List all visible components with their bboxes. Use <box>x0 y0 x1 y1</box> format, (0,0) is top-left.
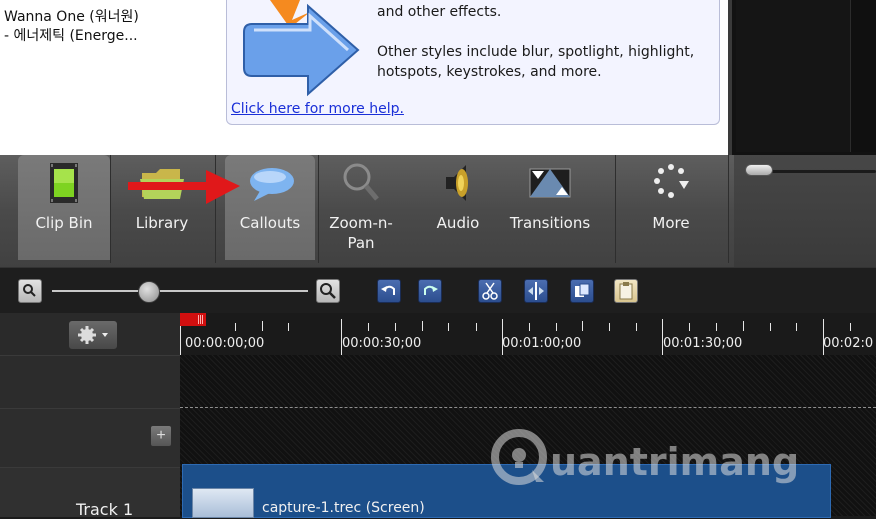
gear-icon <box>78 326 108 344</box>
callout-arrow-illustration <box>243 0 360 97</box>
clip-thumbnail <box>192 488 254 518</box>
watermark-logo-icon <box>491 429 547 485</box>
chevron-down-icon <box>102 333 108 337</box>
add-track-button[interactable]: + <box>150 425 172 447</box>
more-help-link[interactable]: Click here for more help. <box>231 101 404 117</box>
preview-side <box>850 0 876 152</box>
zoom-in-button[interactable] <box>316 279 340 303</box>
timeline-settings-button[interactable] <box>68 320 118 350</box>
magnifier-icon <box>343 163 379 201</box>
red-arrow-annotation <box>128 170 240 204</box>
ruler-label: 00:00:30;00 <box>342 336 422 351</box>
tab-separator <box>615 155 616 263</box>
tab-audio[interactable]: Audio <box>424 155 492 260</box>
copy-button[interactable] <box>570 279 594 303</box>
ruler-label: 00:01:00;00 <box>502 336 582 351</box>
timeline-zoom-knob[interactable] <box>138 281 160 303</box>
tab-separator <box>318 155 319 263</box>
undo-icon <box>381 285 395 295</box>
undo-button[interactable] <box>377 279 401 303</box>
tab-label: Callouts <box>239 214 301 232</box>
transition-icon <box>529 168 571 198</box>
zoom-out-button[interactable] <box>18 279 42 303</box>
track-header-row <box>0 355 180 408</box>
paste-icon <box>619 282 633 300</box>
ruler-label: 00:01:30;00 <box>663 336 743 351</box>
tab-more[interactable]: More <box>630 155 712 260</box>
tab-clip-bin[interactable]: Clip Bin <box>18 155 110 260</box>
tab-separator <box>110 155 111 263</box>
track-name[interactable]: Track 1 <box>76 500 133 519</box>
ruler-label: 00:00:00;00 <box>185 336 265 351</box>
zoom-out-icon <box>23 284 36 297</box>
speaker-icon <box>446 165 468 201</box>
cut-button[interactable] <box>478 279 502 303</box>
tab-transitions[interactable]: Transitions <box>500 155 600 260</box>
tab-label: Audio <box>436 214 480 232</box>
help-text-styles: Other styles include blur, spotlight, hi… <box>377 44 695 80</box>
help-text-effects: and other effects. <box>377 4 502 20</box>
tab-label: Zoom-n- Pan <box>329 214 393 252</box>
film-icon <box>50 163 78 203</box>
preview-slider-knob[interactable] <box>745 164 773 176</box>
tab-label: More <box>652 214 690 232</box>
tab-separator <box>728 155 729 263</box>
redo-icon <box>424 285 438 295</box>
tab-zoom-n-pan[interactable]: Zoom-n- Pan <box>320 155 402 260</box>
split-icon <box>528 282 544 300</box>
clip-item-title[interactable]: Wanna One (워너원) - 에너제틱 (Energe... <box>4 8 219 46</box>
speech-bubble-icon <box>250 168 294 201</box>
ruler-label: 00:02:0 <box>823 336 874 351</box>
timeline-zoom-track <box>52 290 308 292</box>
copy-icon <box>575 283 590 297</box>
zoom-in-icon <box>320 283 336 299</box>
playhead[interactable] <box>180 313 206 326</box>
playhead-grip-icon <box>198 315 203 324</box>
clip-label: capture-1.trec (Screen) <box>262 500 425 516</box>
split-button[interactable] <box>524 279 548 303</box>
more-icon <box>654 164 689 198</box>
tab-label: Clip Bin <box>35 214 93 232</box>
tab-label: Library <box>135 214 189 232</box>
scissors-icon <box>482 282 498 300</box>
tab-label: Transitions <box>509 214 591 232</box>
paste-button[interactable] <box>614 279 638 303</box>
track-divider <box>180 407 876 408</box>
redo-button[interactable] <box>418 279 442 303</box>
watermark-text: uantrimang <box>550 440 800 484</box>
